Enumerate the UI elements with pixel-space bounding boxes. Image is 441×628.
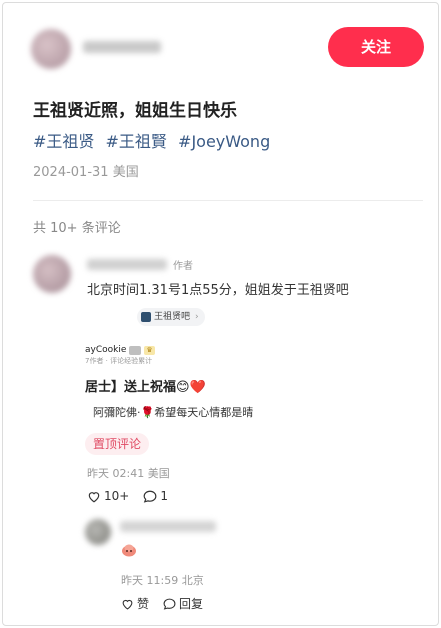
post-location: 美国: [112, 165, 139, 180]
reply-like-button[interactable]: 赞: [121, 595, 149, 612]
replier-name-redacted[interactable]: [120, 521, 216, 532]
quoted-greeting: 居士】送上祝福😊❤️: [85, 380, 206, 395]
chevron-right-icon: ›: [195, 312, 199, 322]
reply-reply-label: 回复: [179, 597, 204, 611]
follow-button[interactable]: 关注: [328, 27, 424, 67]
reply-button[interactable]: 1: [143, 489, 168, 503]
reply-meta: 昨天 11:59 北京: [121, 572, 204, 588]
author-badge: 作者: [173, 261, 193, 272]
tag-link[interactable]: #王祖賢: [106, 132, 167, 151]
reply-reply-button[interactable]: 回复: [163, 595, 203, 612]
post-title: 王祖贤近照，姐姐生日快乐: [33, 101, 237, 121]
replier-avatar[interactable]: [85, 519, 111, 545]
pinned-comment-tag[interactable]: 置顶评论: [85, 433, 150, 455]
heart-icon: [122, 599, 133, 610]
post-meta: 2024-01-31 美国: [33, 161, 139, 180]
reply-actions: 赞 回复: [121, 595, 203, 612]
commenter-avatar[interactable]: [33, 255, 71, 293]
tag-link[interactable]: #王祖贤: [33, 132, 94, 151]
post-date: 2024-01-31: [33, 165, 109, 180]
comment-count: 共 10+ 条评论: [33, 221, 121, 236]
member-badge-icon: ♛: [144, 345, 155, 355]
author-name-redacted[interactable]: [83, 41, 161, 53]
level-badge-icon: [129, 345, 142, 355]
quoted-user-line: ayCookie ♛: [85, 345, 155, 355]
comment-location: 美国: [147, 467, 170, 480]
like-count: 10+: [104, 489, 130, 503]
comment-bubble-icon: [143, 490, 157, 503]
post-card: 关注 王祖贤近照，姐姐生日快乐 #王祖贤 #王祖賢 #JoeyWong 2024…: [2, 2, 439, 626]
quoted-user-name: ayCookie: [85, 345, 127, 355]
reply-location: 北京: [181, 574, 204, 587]
reply-time: 昨天 11:59: [121, 574, 179, 587]
comment-bubble-icon: [163, 598, 176, 610]
like-button[interactable]: 10+: [87, 489, 129, 503]
reply-like-label: 赞: [137, 597, 150, 611]
quoted-user-sub: 7作者 · 评论经验累计: [85, 357, 153, 365]
comment-actions: 10+ 1: [87, 489, 168, 503]
comment-meta: 昨天 02:41 美国: [87, 465, 170, 481]
quoted-body: 阿彌陀佛·🌹希望每天心情都是晴: [93, 406, 254, 419]
reply-count: 1: [160, 489, 168, 503]
tag-list: #王祖贤 #王祖賢 #JoeyWong: [33, 128, 276, 152]
forum-link-chip[interactable]: 王祖贤吧 ›: [137, 308, 205, 326]
forum-link-label: 王祖贤吧: [154, 312, 191, 322]
divider: [33, 200, 423, 201]
commenter-name-redacted[interactable]: [87, 259, 167, 270]
forum-icon: [141, 312, 151, 322]
comment-time: 昨天 02:41: [87, 467, 145, 480]
comment-text: 北京时间1.31号1点55分，姐姐发于王祖贤吧: [87, 283, 349, 298]
author-avatar[interactable]: [31, 29, 71, 69]
heart-icon: [88, 491, 100, 502]
tag-link[interactable]: #JoeyWong: [178, 132, 270, 151]
sticker-icon: [122, 544, 136, 557]
